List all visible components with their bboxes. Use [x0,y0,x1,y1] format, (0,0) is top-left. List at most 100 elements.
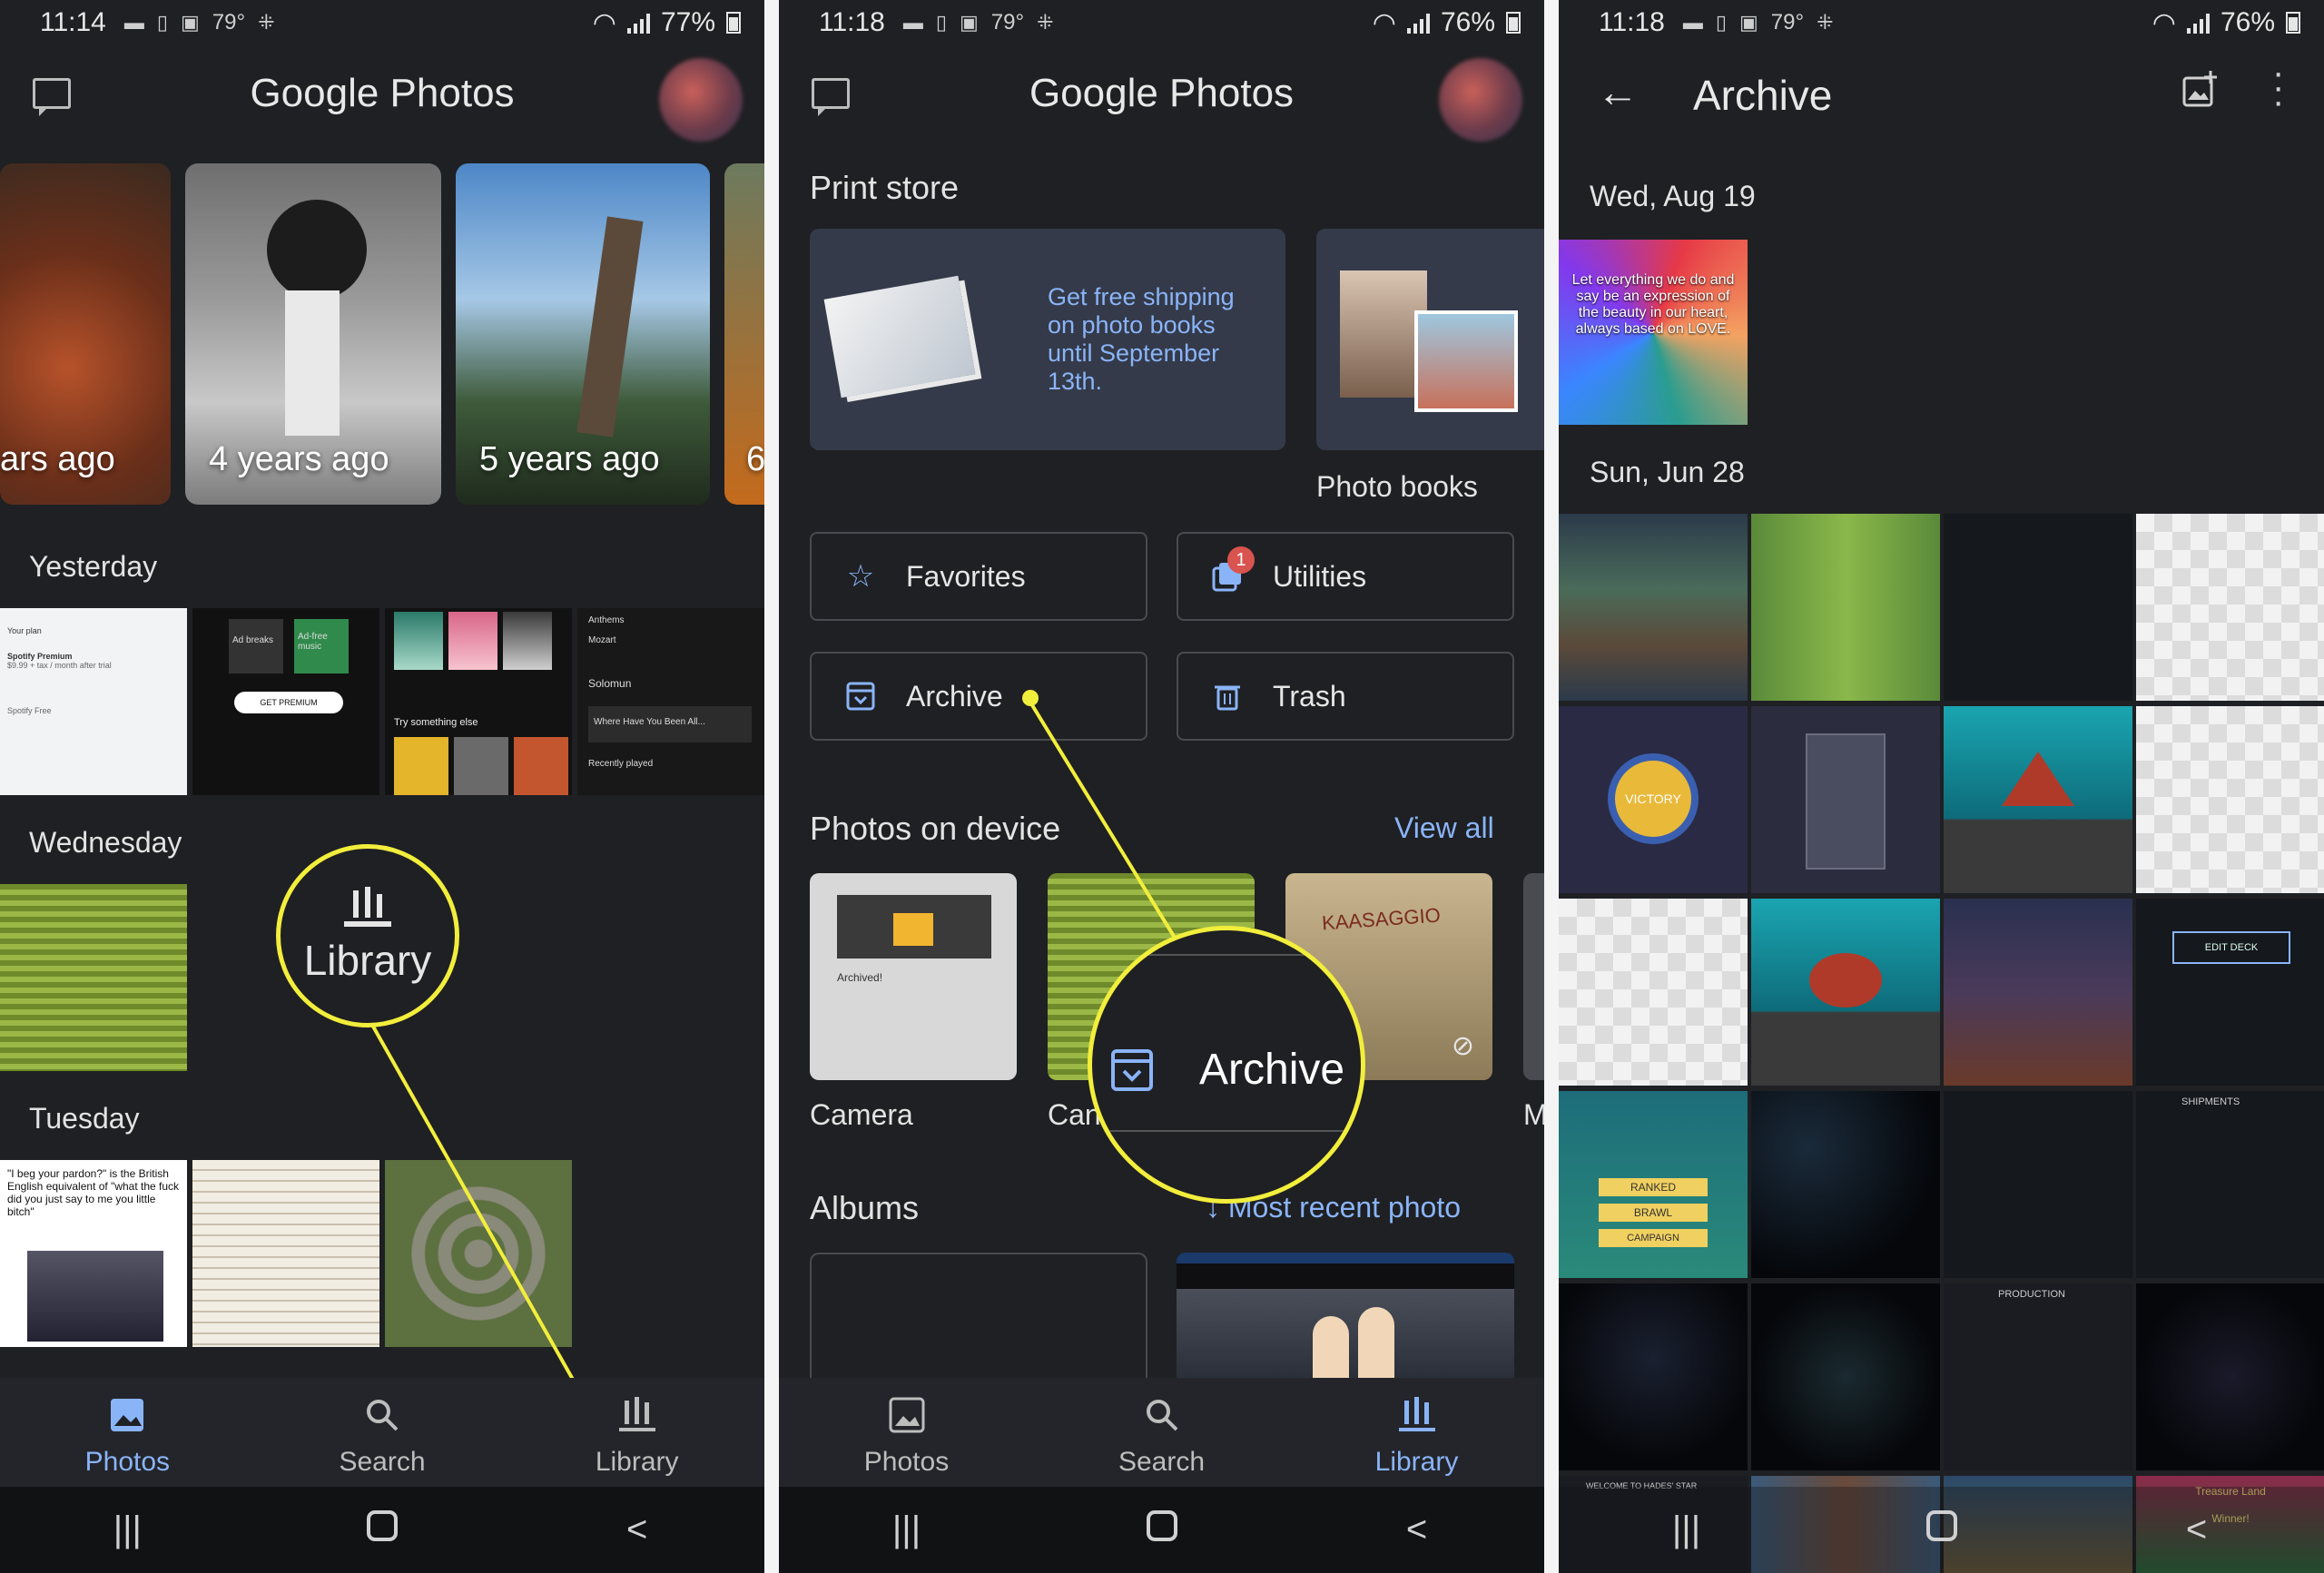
callout-border [1092,1130,1361,1132]
trash-button[interactable]: Trash [1177,652,1514,741]
callout-label: Library [303,937,432,984]
back-button[interactable]: < [1367,1509,1467,1550]
callout-label: Archive [1199,1046,1345,1094]
more-options-icon[interactable]: · · · [2272,54,2284,120]
archived-photo[interactable]: VICTORY [1559,706,1748,893]
album-thumb[interactable] [1177,1253,1514,1378]
tab-library[interactable]: Library [509,1378,764,1487]
archived-photo[interactable]: SHIPMENTS [2136,1091,2324,1278]
archive-icon [1110,1048,1154,1096]
status-temperature: 79° [212,10,246,34]
panel-archive: 11:18 ▬ ▯ ▣ 79° ⁜ ◠ 76% ← Archive · · · We… [1559,0,2324,1573]
archived-photo[interactable]: PRODUCTION [1944,1283,2132,1470]
archived-photo[interactable]: EDIT DECK [2136,899,2324,1086]
archived-photo[interactable] [1751,1283,1940,1470]
recents-button[interactable]: ||| [77,1509,177,1550]
trash-label: Trash [1273,679,1346,713]
utilities-button[interactable]: 1 Utilities [1177,532,1514,621]
archived-photo[interactable] [2136,514,2324,701]
photo-thumbnail[interactable]: Try something else [385,608,572,795]
home-button[interactable] [1112,1509,1212,1550]
recents-button[interactable]: ||| [1637,1509,1737,1550]
system-nav: ||| < [779,1487,1544,1573]
favorites-button[interactable]: ☆ Favorites [810,532,1147,621]
battery-percent: 76% [2220,7,2275,37]
archive-callout: Archive [1088,926,1365,1204]
photo-thumbnail[interactable]: Your plan Spotify Premium $9.99 + tax / … [0,608,187,795]
thumb-text: EDIT DECK [2172,931,2290,964]
tab-search[interactable]: Search [1034,1378,1289,1487]
archive-button[interactable]: Archive [810,652,1147,741]
archive-label: Archive [906,679,1003,713]
tab-label: Library [595,1447,679,1477]
back-button[interactable]: < [587,1509,687,1550]
add-photos-icon[interactable] [2181,71,2218,112]
grid-icon: ⁜ [1037,11,1054,34]
movie-still [27,1251,163,1342]
memory-card[interactable]: ars ago [0,163,171,505]
photos-icon [889,1397,924,1433]
archived-photo[interactable] [2136,1283,2324,1470]
signal-icon [1406,12,1430,34]
archived-photo[interactable] [1559,514,1748,701]
utilities-label: Utilities [1273,559,1367,593]
back-arrow-icon[interactable]: ← [1597,67,1639,116]
archived-photo[interactable] [1751,514,1940,701]
status-notification-icons: ▬ ▯ ▣ 79° ⁜ [124,10,275,35]
archived-photo[interactable] [1751,1091,1940,1278]
archived-photo[interactable] [1944,1091,2132,1278]
photo-thumbnail[interactable] [0,884,187,1071]
home-button[interactable] [1892,1509,1992,1550]
cat-post [285,290,340,436]
photo-thumbnail[interactable] [192,1160,379,1347]
playlist-cover [454,737,508,795]
memory-card[interactable]: 4 years ago [185,163,441,505]
star-icon: ☆ [846,559,875,594]
tab-label: Search [339,1447,426,1477]
archived-photo[interactable] [1559,899,1748,1086]
archived-photo[interactable]: Let everything we do and say be an expre… [1559,240,1748,425]
view-all-link[interactable]: View all [1394,811,1494,845]
memory-card[interactable]: 6 [724,163,764,505]
promo-text: Get free shipping on photo books until S… [1048,283,1235,395]
playlist-cover [394,737,448,795]
new-album-card[interactable] [810,1253,1147,1378]
device-folder-thumb[interactable]: Archived! [810,873,1017,1080]
archived-photo[interactable] [1944,514,2132,701]
home-button[interactable] [332,1509,432,1550]
photo-books-card[interactable] [1316,229,1544,450]
thumb-text: KAASAGGIO [1321,903,1442,935]
tab-photos[interactable]: Photos [779,1378,1034,1487]
memory-card[interactable]: 5 years ago [456,163,710,505]
photo-thumbnail[interactable]: Anthems Mozart Solomun Where Have You Be… [577,608,764,795]
notification-icon: ▬ [123,11,144,34]
archived-photo[interactable] [1944,899,2132,1086]
status-notification-icons: ▬ ▯ ▣ 79° ⁜ [903,10,1054,35]
archive-app-bar: ← Archive · · · [1559,53,2324,140]
archived-photo[interactable] [1751,899,1940,1086]
battery-percent: 77% [660,7,715,37]
tab-library[interactable]: Library [1289,1378,1544,1487]
tab-label: Photos [863,1447,950,1477]
archived-photo[interactable] [1751,706,1940,893]
photo-thumbnail[interactable]: Ad breaks Ad-free music GET PREMIUM [192,608,379,795]
recents-button[interactable]: ||| [857,1509,957,1550]
status-temperature: 79° [1770,10,1805,34]
playlist-cover [448,612,497,670]
section-tuesday: Tuesday [29,1102,140,1135]
date-header: Sun, Jun 28 [1590,456,1745,488]
photo-thumbnail[interactable]: "I beg your pardon?" is the British Engl… [0,1160,187,1347]
avatar[interactable] [1439,58,1522,142]
photo-thumbnail[interactable] [385,1160,572,1347]
device-folder-thumb[interactable] [1523,873,1544,1080]
avatar[interactable] [659,58,743,142]
tab-photos[interactable]: Photos [0,1378,255,1487]
archived-photo[interactable] [1944,706,2132,893]
archived-photo[interactable] [2136,706,2324,893]
tab-search[interactable]: Search [255,1378,510,1487]
back-button[interactable]: < [2147,1509,2247,1550]
archived-photo[interactable]: RANKED BRAWL CAMPAIGN [1559,1091,1748,1278]
archived-photo[interactable] [1559,1283,1748,1470]
print-store-promo[interactable]: Get free shipping on photo books until S… [810,229,1285,450]
wifi-icon: ◠ [592,7,616,38]
